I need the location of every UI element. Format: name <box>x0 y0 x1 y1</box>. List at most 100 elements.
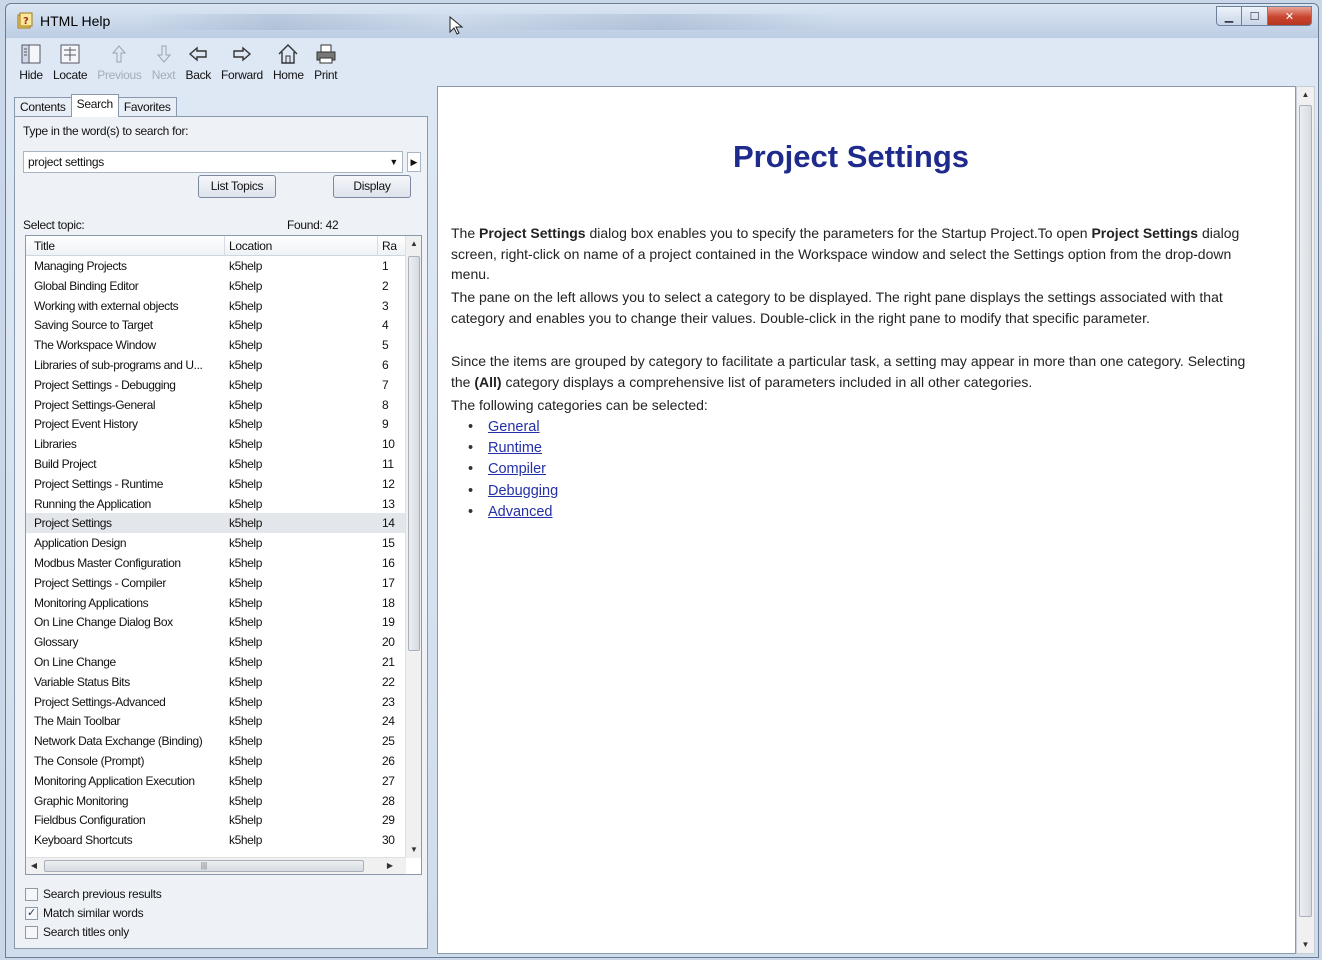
table-row[interactable]: Variable Status Bits k5help 22 <box>26 672 406 692</box>
link-debugging[interactable]: Debugging <box>488 483 558 499</box>
table-row[interactable]: Working with external objects k5help 3 <box>26 296 406 316</box>
table-row[interactable]: Keyboard Shortcuts k5help 30 <box>26 830 406 850</box>
column-divider[interactable] <box>224 236 225 256</box>
table-row[interactable]: Managing Projects k5help 1 <box>26 256 406 276</box>
scroll-left-icon[interactable]: ◀ <box>26 858 42 874</box>
table-row[interactable]: On Line Change Dialog Box k5help 19 <box>26 612 406 632</box>
display-button[interactable]: Display <box>333 175 411 198</box>
dropdown-arrow-icon[interactable]: ▼ <box>389 157 398 167</box>
search-titles-only-checkbox[interactable]: Search titles only <box>25 925 129 939</box>
link-advanced[interactable]: Advanced <box>488 504 553 520</box>
minimize-button[interactable]: ▁ <box>1216 6 1242 26</box>
nav-tabs: Contents Search Favorites <box>14 93 177 117</box>
tab-favorites[interactable]: Favorites <box>117 97 177 117</box>
result-title: Project Settings <box>34 516 112 531</box>
link-compiler[interactable]: Compiler <box>488 461 546 477</box>
result-rank: 3 <box>382 298 389 313</box>
checkbox-label: Search titles only <box>43 925 129 939</box>
table-row[interactable]: Running the Application k5help 13 <box>26 494 406 514</box>
next-button[interactable]: Next <box>147 42 181 88</box>
table-row[interactable]: The Console (Prompt) k5help 26 <box>26 751 406 771</box>
checkbox-box[interactable] <box>25 925 38 939</box>
table-row[interactable]: Global Binding Editor k5help 2 <box>26 276 406 296</box>
checkmark-icon[interactable]: ✓ <box>25 906 38 920</box>
pane-splitter[interactable] <box>431 86 436 954</box>
scroll-right-icon[interactable]: ▶ <box>382 858 398 874</box>
table-row[interactable]: Project Settings - Debugging k5help 7 <box>26 375 406 395</box>
help-book-icon: ? <box>17 12 33 29</box>
scroll-thumb[interactable] <box>408 256 420 651</box>
table-row[interactable]: Saving Source to Target k5help 4 <box>26 315 406 335</box>
result-title: Monitoring Applications <box>34 595 149 610</box>
table-row[interactable]: Monitoring Application Execution k5help 27 <box>26 771 406 791</box>
table-row[interactable]: Project Settings-Advanced k5help 23 <box>26 692 406 712</box>
table-row[interactable]: Application Design k5help 15 <box>26 533 406 553</box>
column-header-location[interactable]: Location <box>229 239 272 253</box>
horizontal-scroll-thumb[interactable]: ||| <box>44 860 364 872</box>
previous-button[interactable]: Previous <box>92 42 146 88</box>
table-row[interactable]: Project Settings k5help 14 <box>26 513 406 534</box>
hide-button[interactable]: Hide <box>14 42 48 88</box>
scroll-up-icon[interactable]: ▲ <box>1297 87 1314 103</box>
search-previous-results-checkbox[interactable]: Search previous results <box>25 887 162 901</box>
content-vertical-scrollbar[interactable]: ▲ ▼ <box>1296 86 1315 954</box>
result-title: The Main Toolbar <box>34 714 121 729</box>
table-row[interactable]: On Line Change k5help 21 <box>26 652 406 672</box>
table-row[interactable]: The Main Toolbar k5help 24 <box>26 711 406 731</box>
table-row[interactable]: Project Settings-General k5help 8 <box>26 395 406 415</box>
column-header-rank[interactable]: Ra <box>382 239 397 253</box>
table-row[interactable]: Network Data Exchange (Binding) k5help 25 <box>26 731 406 751</box>
result-title: Project Settings - Compiler <box>34 575 166 590</box>
column-divider[interactable] <box>377 236 378 256</box>
found-count: Found: 42 <box>287 218 339 232</box>
result-rank: 21 <box>382 654 395 669</box>
scroll-up-icon[interactable]: ▲ <box>406 236 421 252</box>
scroll-down-icon[interactable]: ▼ <box>406 842 421 858</box>
result-title: Global Binding Editor <box>34 278 139 293</box>
result-location: k5help <box>229 476 262 491</box>
maximize-icon: ☐ <box>1249 10 1260 23</box>
tab-search[interactable]: Search <box>70 94 119 117</box>
table-row[interactable]: Project Settings - Compiler k5help 17 <box>26 573 406 593</box>
maximize-button[interactable]: ☐ <box>1242 6 1268 26</box>
table-row[interactable]: The Workspace Window k5help 5 <box>26 335 406 355</box>
result-title: On Line Change Dialog Box <box>34 615 173 630</box>
tab-contents[interactable]: Contents <box>14 97 72 117</box>
match-similar-words-checkbox[interactable]: ✓ Match similar words <box>25 906 144 920</box>
mouse-cursor-icon <box>449 16 464 35</box>
forward-button[interactable]: Forward <box>216 42 268 88</box>
scroll-down-icon[interactable]: ▼ <box>1297 937 1314 953</box>
back-button[interactable]: Back <box>181 42 216 88</box>
table-row[interactable]: Build Project k5help 11 <box>26 454 406 474</box>
table-row[interactable]: Libraries of sub-programs and U... k5help… <box>26 355 406 375</box>
link-general[interactable]: General <box>488 419 540 435</box>
print-button[interactable]: Print <box>309 42 343 88</box>
search-input[interactable]: project settings ▼ <box>23 151 403 173</box>
close-button[interactable]: ✕ <box>1268 6 1312 26</box>
scroll-thumb[interactable] <box>1299 105 1312 917</box>
table-row[interactable]: Graphic Monitoring k5help 28 <box>26 791 406 811</box>
table-row[interactable]: Libraries k5help 10 <box>26 434 406 454</box>
result-location: k5help <box>229 674 262 689</box>
table-row[interactable]: Monitoring Applications k5help 18 <box>26 593 406 613</box>
table-row[interactable]: Project Event History k5help 9 <box>26 414 406 434</box>
result-title: Saving Source to Target <box>34 318 153 333</box>
list-topics-button[interactable]: List Topics <box>198 175 276 198</box>
locate-button[interactable]: Locate <box>48 42 92 88</box>
table-row[interactable]: Modbus Master Configuration k5help 16 <box>26 553 406 573</box>
search-options-arrow-icon[interactable]: ▶ <box>407 152 421 172</box>
result-rank: 16 <box>382 555 395 570</box>
column-header-title[interactable]: Title <box>34 239 55 253</box>
home-button[interactable]: Home <box>268 42 309 88</box>
link-runtime[interactable]: Runtime <box>488 440 542 456</box>
title-bar[interactable]: ? HTML Help ▁ ☐ ✕ <box>6 4 1318 38</box>
results-rows: Managing Projects k5help 1 Global Binding E… <box>26 256 406 850</box>
results-vertical-scrollbar[interactable]: ▲ ▼ <box>405 236 421 858</box>
result-location: k5help <box>229 496 262 511</box>
table-row[interactable]: Project Settings - Runtime k5help 12 <box>26 474 406 494</box>
table-row[interactable]: Fieldbus Configuration k5help 29 <box>26 810 406 830</box>
checkbox-box[interactable] <box>25 887 38 901</box>
results-horizontal-scrollbar[interactable]: ◀ ||| ▶ <box>26 857 406 874</box>
category-list: General Runtime Compiler Debugging Advan… <box>468 417 558 523</box>
table-row[interactable]: Glossary k5help 20 <box>26 632 406 652</box>
